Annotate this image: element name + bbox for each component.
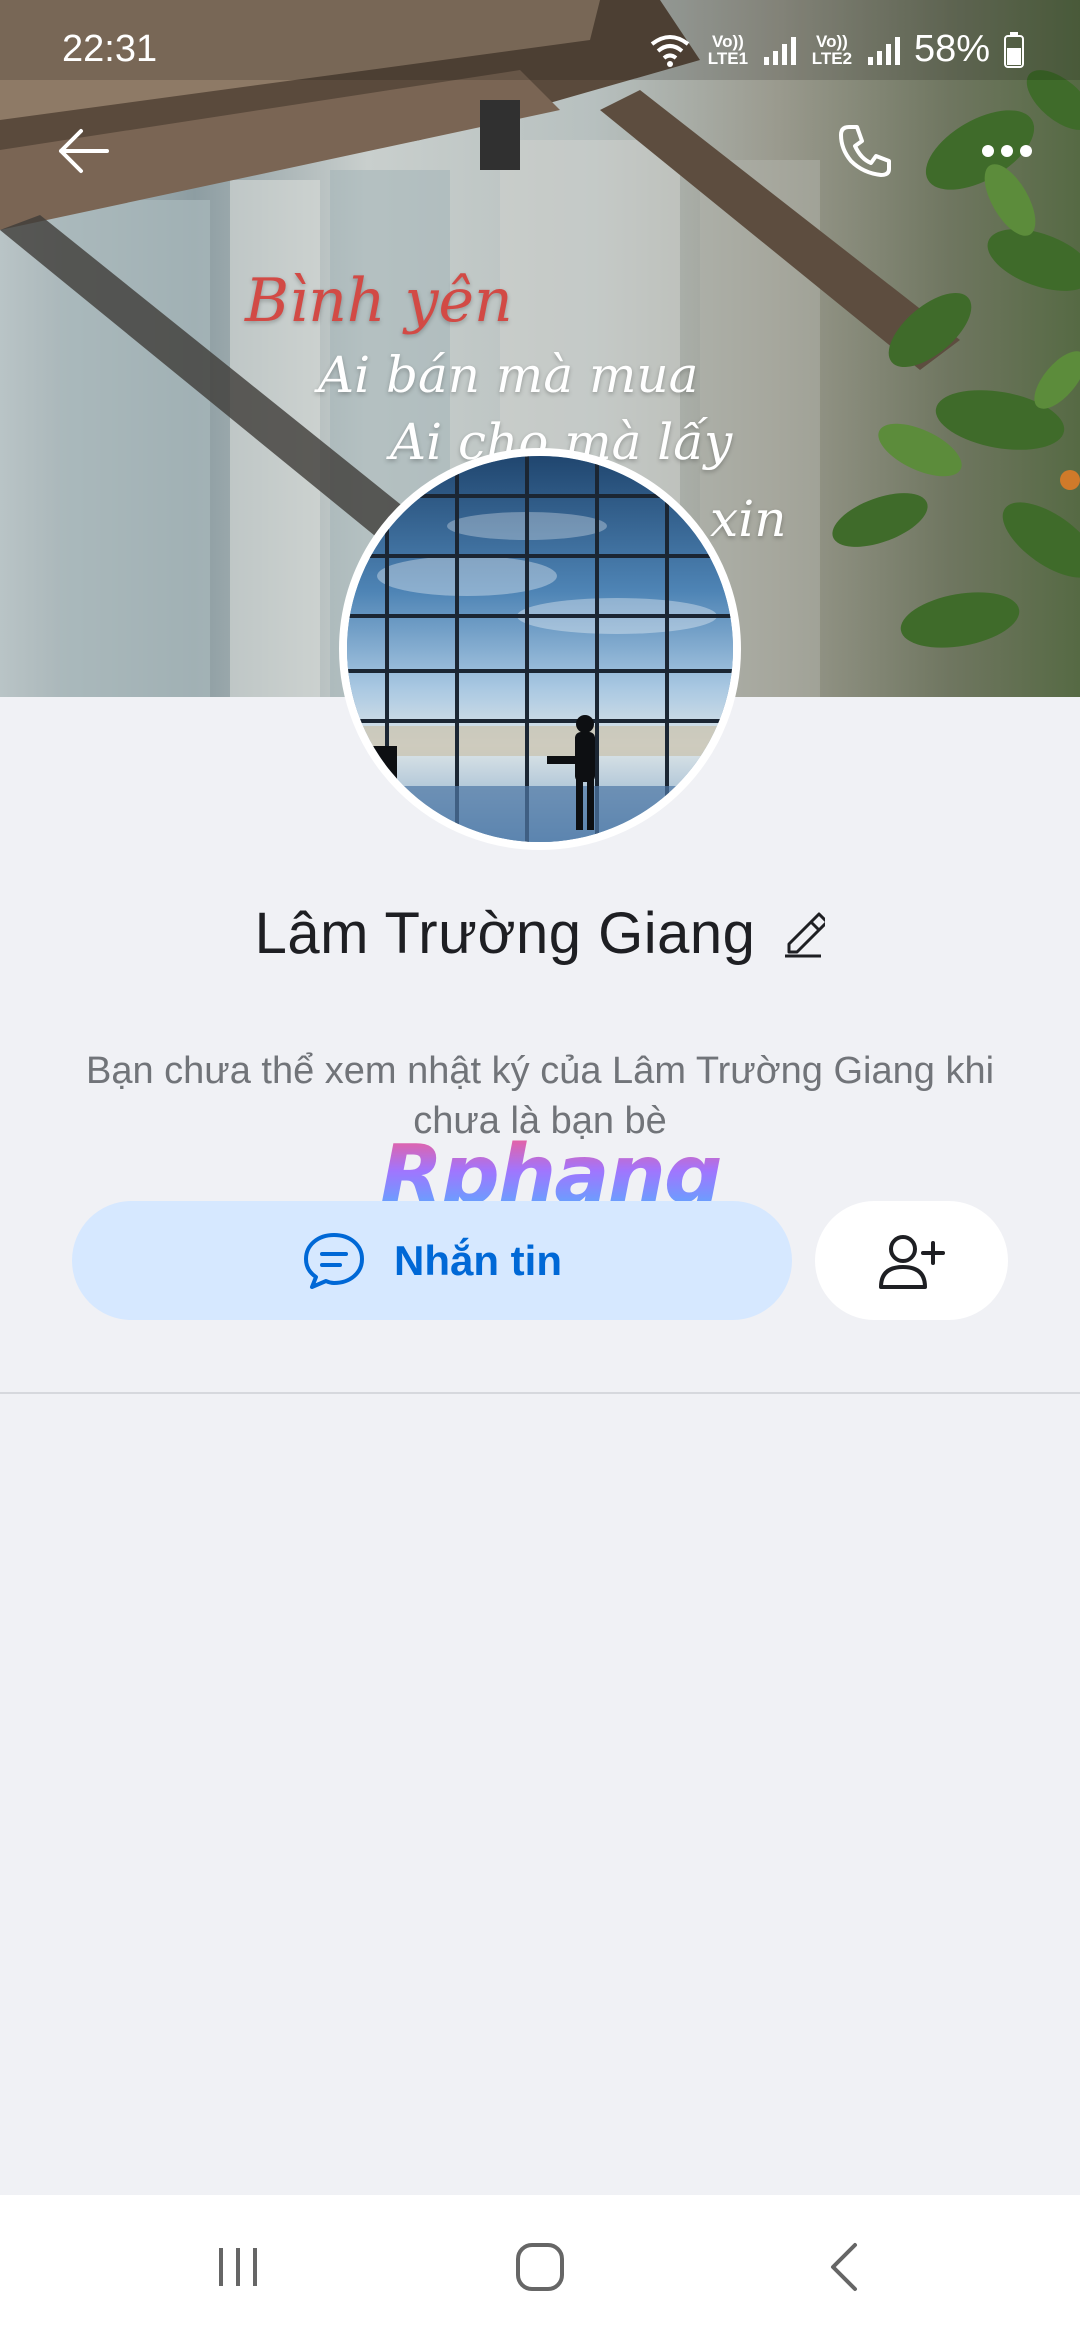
home-icon xyxy=(516,2243,564,2291)
signal-sim1-icon xyxy=(763,35,796,65)
pencil-icon[interactable] xyxy=(781,910,826,958)
add-friend-icon xyxy=(878,1234,945,1289)
profile-name: Lâm Trường Giang xyxy=(254,901,756,966)
status-bar: 22:31 Vo)) LTE1 Vo)) LTE2 58% xyxy=(0,0,1080,90)
avatar[interactable] xyxy=(339,448,741,850)
section-divider xyxy=(0,1392,1080,1394)
nav-back-icon xyxy=(831,2243,857,2291)
chat-bubble-icon xyxy=(304,1232,364,1289)
more-button[interactable] xyxy=(962,106,1052,196)
network-sim2-label: Vo)) LTE2 xyxy=(811,31,853,68)
status-time: 22:31 xyxy=(62,28,158,70)
wifi-icon xyxy=(650,34,690,67)
more-horizontal-icon xyxy=(982,145,1032,157)
avatar-photo xyxy=(347,456,733,842)
call-button[interactable] xyxy=(820,106,910,196)
profile-name-row: Lâm Trường Giang xyxy=(0,900,1080,967)
poem-line: xin xyxy=(710,490,787,548)
message-button[interactable]: Nhắn tin xyxy=(72,1201,792,1320)
battery-icon xyxy=(1004,31,1024,68)
phone-icon xyxy=(839,125,891,177)
poem-line: Ai bán mà mua xyxy=(318,346,699,404)
back-button[interactable] xyxy=(38,106,128,196)
status-icons: Vo)) LTE1 Vo)) LTE2 58% xyxy=(648,28,1024,71)
battery-percent: 58% xyxy=(913,28,990,70)
nav-back-button[interactable] xyxy=(784,2217,904,2317)
network-sim1-label: Vo)) LTE1 xyxy=(707,31,749,68)
add-friend-button[interactable] xyxy=(815,1201,1008,1320)
signal-sim2-icon xyxy=(867,35,900,65)
system-nav-bar xyxy=(0,2195,1080,2340)
message-button-label: Nhắn tin xyxy=(394,1236,562,1284)
arrow-left-icon xyxy=(59,129,109,173)
poem-title: Bình yên xyxy=(245,266,513,336)
recent-apps-icon xyxy=(219,2248,257,2286)
recent-apps-button[interactable] xyxy=(178,2217,298,2317)
home-button[interactable] xyxy=(480,2217,600,2317)
